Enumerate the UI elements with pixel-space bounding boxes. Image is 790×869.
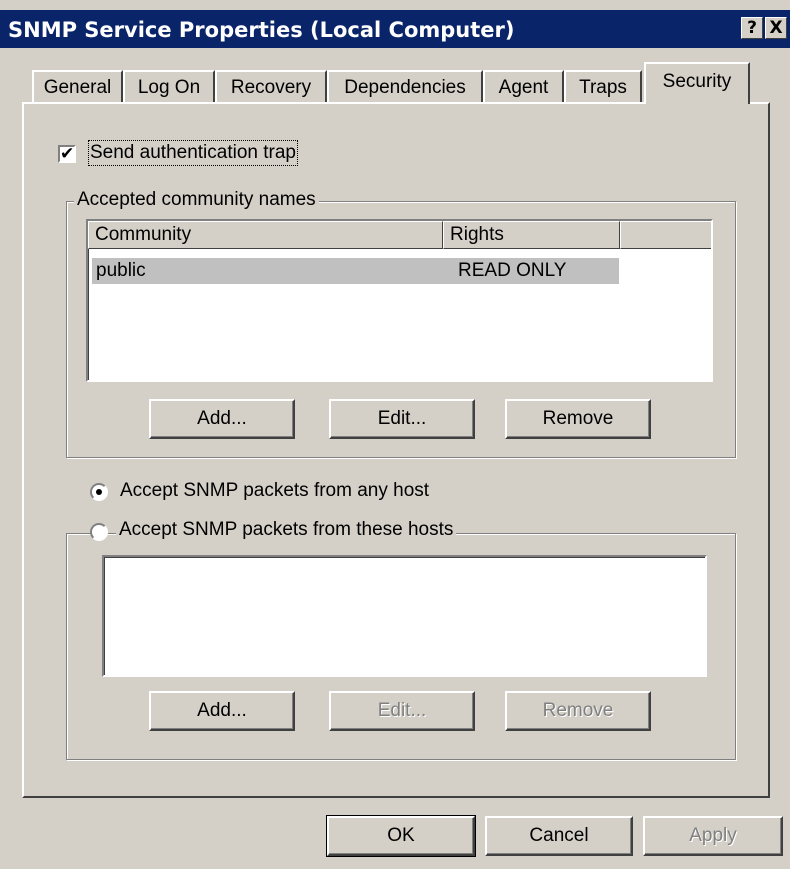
rights-cell: READ ONLY	[458, 260, 567, 281]
title-bar[interactable]: SNMP Service Properties (Local Computer)…	[0, 10, 790, 48]
column-header-blank	[620, 221, 711, 249]
accept-these-hosts-radio[interactable]	[90, 523, 108, 541]
radio-dot	[96, 489, 102, 495]
button-label: Cancel	[529, 825, 589, 846]
column-header-rights[interactable]: Rights	[443, 221, 620, 249]
button-label: Edit...	[377, 408, 427, 429]
tab-agent[interactable]: Agent	[483, 70, 564, 104]
hosts-list[interactable]	[102, 555, 707, 677]
accept-any-host-radio[interactable]	[90, 483, 108, 501]
column-header-community[interactable]: Community	[88, 221, 443, 249]
send-auth-trap-checkbox[interactable]: ✔	[58, 145, 76, 163]
tab-label: Security	[662, 71, 732, 92]
table-row[interactable]: public READ ONLY	[92, 258, 619, 284]
button-label: Apply	[689, 825, 737, 846]
tab-label: Agent	[498, 77, 549, 98]
hosts-add-button[interactable]: Add...	[149, 691, 295, 731]
button-label: Remove	[542, 700, 614, 721]
button-label: Edit...	[377, 700, 427, 721]
tab-label: Log On	[137, 77, 201, 98]
tab-general[interactable]: General	[32, 70, 123, 104]
button-label: Remove	[542, 408, 614, 429]
tab-label: General	[43, 77, 112, 98]
window-title: SNMP Service Properties (Local Computer)	[8, 18, 515, 42]
tab-log-on[interactable]: Log On	[123, 70, 215, 104]
tab-dependencies[interactable]: Dependencies	[327, 70, 483, 104]
community-cell: public	[96, 260, 146, 281]
community-list[interactable]: Community Rights public READ ONLY	[86, 219, 713, 382]
button-label: OK	[387, 825, 415, 846]
community-edit-button[interactable]: Edit...	[329, 399, 475, 439]
button-label: Add...	[197, 408, 247, 429]
accept-these-hosts-label[interactable]: Accept SNMP packets from these hosts	[116, 519, 457, 541]
tab-label: Dependencies	[344, 77, 466, 98]
cancel-button[interactable]: Cancel	[485, 816, 633, 856]
send-auth-trap-label[interactable]: Send authentication trap	[88, 140, 298, 166]
tab-security[interactable]: Security	[644, 62, 750, 108]
community-remove-button[interactable]: Remove	[505, 399, 651, 439]
tab-label: Recovery	[230, 77, 312, 98]
accept-any-host-label[interactable]: Accept SNMP packets from any host	[120, 480, 429, 502]
ok-button[interactable]: OK	[326, 815, 476, 857]
tab-traps[interactable]: Traps	[564, 70, 642, 104]
tab-recovery[interactable]: Recovery	[215, 70, 327, 104]
community-add-button[interactable]: Add...	[149, 399, 295, 439]
snmp-properties-dialog: SNMP Service Properties (Local Computer)…	[0, 0, 790, 869]
apply-button[interactable]: Apply	[643, 816, 783, 856]
community-names-group-title: Accepted community names	[74, 189, 319, 211]
help-button[interactable]: ?	[741, 17, 763, 39]
button-label: Add...	[197, 700, 247, 721]
hosts-remove-button[interactable]: Remove	[505, 691, 651, 731]
close-button[interactable]: X	[765, 17, 787, 39]
tab-label: Traps	[579, 77, 627, 98]
hosts-edit-button[interactable]: Edit...	[329, 691, 475, 731]
